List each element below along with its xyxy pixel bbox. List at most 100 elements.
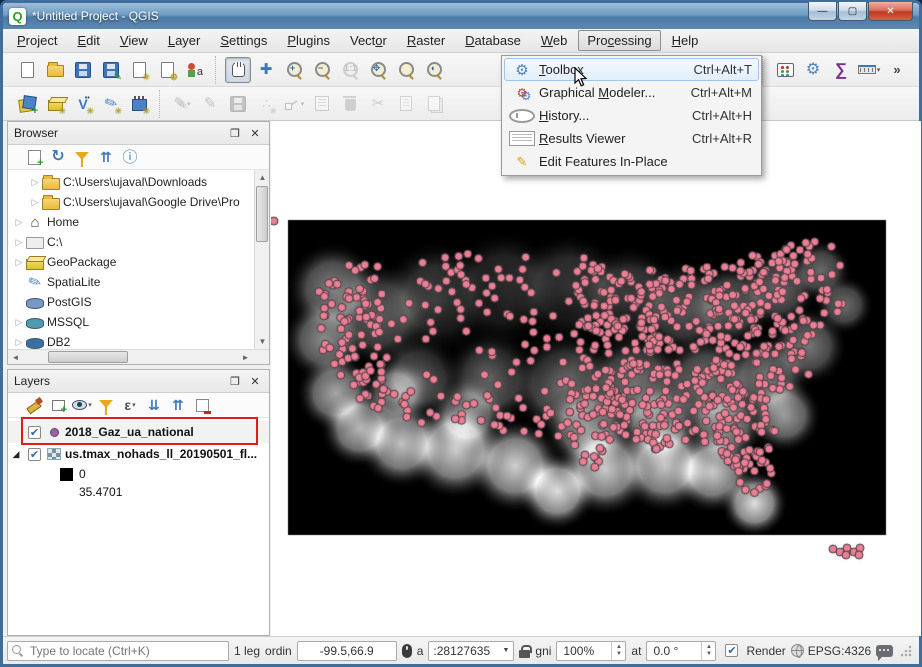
pan-map-icon[interactable] bbox=[225, 57, 251, 83]
crs-status[interactable]: EPSG:4326 bbox=[791, 644, 871, 658]
combo-arrow-icon[interactable]: ▼ bbox=[502, 647, 509, 654]
spin-arrows-icon[interactable]: ▲▼ bbox=[701, 642, 715, 660]
browser-item-db2[interactable]: ▷DB2 bbox=[8, 332, 269, 349]
browser-item-spatialite[interactable]: ✎SpatiaLite bbox=[8, 272, 269, 292]
layer-item-raster[interactable]: ◢ ✔ us.tmax_nohads_ll_20190501_fl... bbox=[8, 443, 269, 465]
scroll-right-arrow-icon[interactable]: ► bbox=[238, 350, 253, 365]
menu-item-toolbox[interactable]: ⚙ToolboxCtrl+Alt+T bbox=[504, 58, 759, 81]
new-project-icon[interactable] bbox=[14, 57, 40, 83]
expander-icon[interactable]: ▷ bbox=[12, 257, 26, 268]
open-project-icon[interactable] bbox=[42, 57, 68, 83]
refresh-icon[interactable]: ↻ bbox=[47, 146, 69, 168]
render-toggle[interactable]: ✔ Render bbox=[721, 644, 785, 658]
save-project-icon[interactable] bbox=[70, 57, 96, 83]
menu-edit[interactable]: Edit bbox=[68, 30, 108, 51]
dropdown-arrow-icon[interactable]: ▾ bbox=[301, 100, 305, 108]
measure-ruler-icon[interactable]: ▾ bbox=[856, 57, 882, 83]
expander-icon[interactable]: ▷ bbox=[12, 217, 26, 228]
menu-processing[interactable]: Processing bbox=[578, 30, 660, 51]
remove-layer-icon[interactable] bbox=[191, 394, 213, 416]
attribute-table-icon[interactable] bbox=[772, 57, 798, 83]
layout-manager-icon[interactable]: ⚙ bbox=[154, 57, 180, 83]
menu-web[interactable]: Web bbox=[532, 30, 577, 51]
collapse-all-icon[interactable]: ⇈ bbox=[95, 146, 117, 168]
data-source-manager-icon[interactable]: + bbox=[14, 91, 40, 117]
toolbar-overflow-icon[interactable]: » bbox=[884, 57, 910, 83]
scroll-left-arrow-icon[interactable]: ◄ bbox=[8, 350, 23, 365]
expander-icon[interactable]: ▷ bbox=[12, 237, 26, 248]
lock-scale-icon[interactable] bbox=[519, 650, 530, 658]
browser-vertical-scrollbar[interactable]: ▲ ▼ bbox=[254, 170, 269, 349]
statistics-sigma-icon[interactable]: ∑ bbox=[828, 57, 854, 83]
scrollbar-thumb[interactable] bbox=[256, 186, 268, 242]
messages-bubble-icon[interactable] bbox=[876, 645, 893, 657]
expand-all-icon[interactable]: ⇊ bbox=[143, 394, 165, 416]
expander-icon[interactable]: ▷ bbox=[12, 337, 26, 348]
minimize-button[interactable]: — bbox=[808, 2, 837, 21]
spin-arrows-icon[interactable]: ▲▼ bbox=[611, 642, 625, 660]
menu-vector[interactable]: Vector bbox=[341, 30, 396, 51]
zoom-in-icon[interactable]: + bbox=[281, 57, 307, 83]
zoom-to-selection-icon[interactable] bbox=[393, 57, 419, 83]
dropdown-arrow-icon[interactable]: ▾ bbox=[187, 100, 191, 108]
menu-view[interactable]: View bbox=[111, 30, 157, 51]
layers-float-button[interactable]: ❐ bbox=[227, 373, 243, 389]
maximize-button[interactable]: ▢ bbox=[838, 2, 867, 21]
zoom-last-icon[interactable]: ◖ bbox=[421, 57, 447, 83]
dropdown-arrow-icon[interactable]: ▾ bbox=[88, 401, 92, 409]
magnifier-spinbox[interactable]: 100% ▲▼ bbox=[556, 641, 626, 661]
layer-name[interactable]: us.tmax_nohads_ll_20190501_fl... bbox=[65, 447, 257, 461]
menu-layer[interactable]: Layer bbox=[159, 30, 210, 51]
menu-database[interactable]: Database bbox=[456, 30, 530, 51]
browser-item-c-users-ujaval-google-drive-pro[interactable]: ▷C:\Users\ujaval\Google Drive\Pro bbox=[8, 192, 269, 212]
dropdown-arrow-icon[interactable]: ▾ bbox=[132, 401, 136, 409]
locator-input[interactable] bbox=[28, 643, 224, 659]
browser-close-button[interactable]: ✕ bbox=[247, 125, 263, 141]
menu-item-results-viewer[interactable]: Results ViewerCtrl+Alt+R bbox=[504, 127, 759, 150]
menu-project[interactable]: Project bbox=[8, 30, 66, 51]
new-shapefile-icon[interactable]: V✳ bbox=[70, 91, 96, 117]
new-spatialite-icon[interactable]: ✎✳ bbox=[98, 91, 124, 117]
render-checkbox[interactable]: ✔ bbox=[725, 644, 738, 657]
browser-horizontal-scrollbar[interactable]: ◄ ► bbox=[8, 349, 269, 364]
browser-item-home[interactable]: ▷⌂Home bbox=[8, 212, 269, 232]
new-virtual-layer-icon[interactable]: ✳ bbox=[126, 91, 152, 117]
menu-item-edit-features-in-place[interactable]: ✎Edit Features In-Place bbox=[504, 150, 759, 173]
scroll-up-arrow-icon[interactable]: ▲ bbox=[255, 170, 269, 185]
layers-close-button[interactable]: ✕ bbox=[247, 373, 263, 389]
collapse-all-layers-icon[interactable]: ⇈ bbox=[167, 394, 189, 416]
browser-item-c-users-ujaval-downloads[interactable]: ▷C:\Users\ujaval\Downloads bbox=[8, 172, 269, 192]
browser-float-button[interactable]: ❐ bbox=[227, 125, 243, 141]
scrollbar-thumb[interactable] bbox=[48, 351, 128, 363]
extent-mouse-icon[interactable] bbox=[402, 644, 412, 658]
filter-browser-icon[interactable] bbox=[71, 146, 93, 168]
expander-icon[interactable]: ▷ bbox=[28, 197, 42, 208]
rotation-spinbox[interactable]: 0.0 ° ▲▼ bbox=[646, 641, 716, 661]
expander-icon[interactable]: ▷ bbox=[28, 177, 42, 188]
browser-item-c[interactable]: ▷C:\ bbox=[8, 232, 269, 252]
style-manager-icon[interactable]: a bbox=[182, 57, 208, 83]
expander-icon[interactable]: ▷ bbox=[12, 317, 26, 328]
menu-raster[interactable]: Raster bbox=[398, 30, 454, 51]
scale-combobox[interactable]: :28127635▼ bbox=[428, 641, 514, 661]
zoom-out-icon[interactable]: − bbox=[309, 57, 335, 83]
layer-styling-icon[interactable] bbox=[23, 394, 45, 416]
add-selected-layers-icon[interactable] bbox=[23, 146, 45, 168]
resize-grip[interactable] bbox=[900, 645, 912, 657]
menu-plugins[interactable]: Plugins bbox=[278, 30, 339, 51]
locator-search[interactable] bbox=[7, 641, 229, 661]
browser-item-geopackage[interactable]: ▷GeoPackage bbox=[8, 252, 269, 272]
expander-icon[interactable]: ◢ bbox=[8, 449, 24, 460]
processing-toolbox-icon[interactable]: ⚙ bbox=[800, 57, 826, 83]
menu-item-history[interactable]: History...Ctrl+Alt+H bbox=[504, 104, 759, 127]
new-geopackage-icon[interactable]: ✳ bbox=[42, 91, 68, 117]
map-canvas[interactable] bbox=[271, 121, 921, 636]
dropdown-arrow-icon[interactable]: ▾ bbox=[877, 66, 881, 74]
pan-to-selection-icon[interactable]: ✚ bbox=[253, 57, 279, 83]
coordinate-input[interactable]: -99.5,66.9 bbox=[297, 641, 397, 661]
zoom-full-icon[interactable]: ✥ bbox=[365, 57, 391, 83]
add-group-icon[interactable]: + bbox=[47, 394, 69, 416]
menu-settings[interactable]: Settings bbox=[211, 30, 276, 51]
layer-checkbox[interactable]: ✔ bbox=[28, 448, 41, 461]
scroll-down-arrow-icon[interactable]: ▼ bbox=[255, 334, 269, 349]
